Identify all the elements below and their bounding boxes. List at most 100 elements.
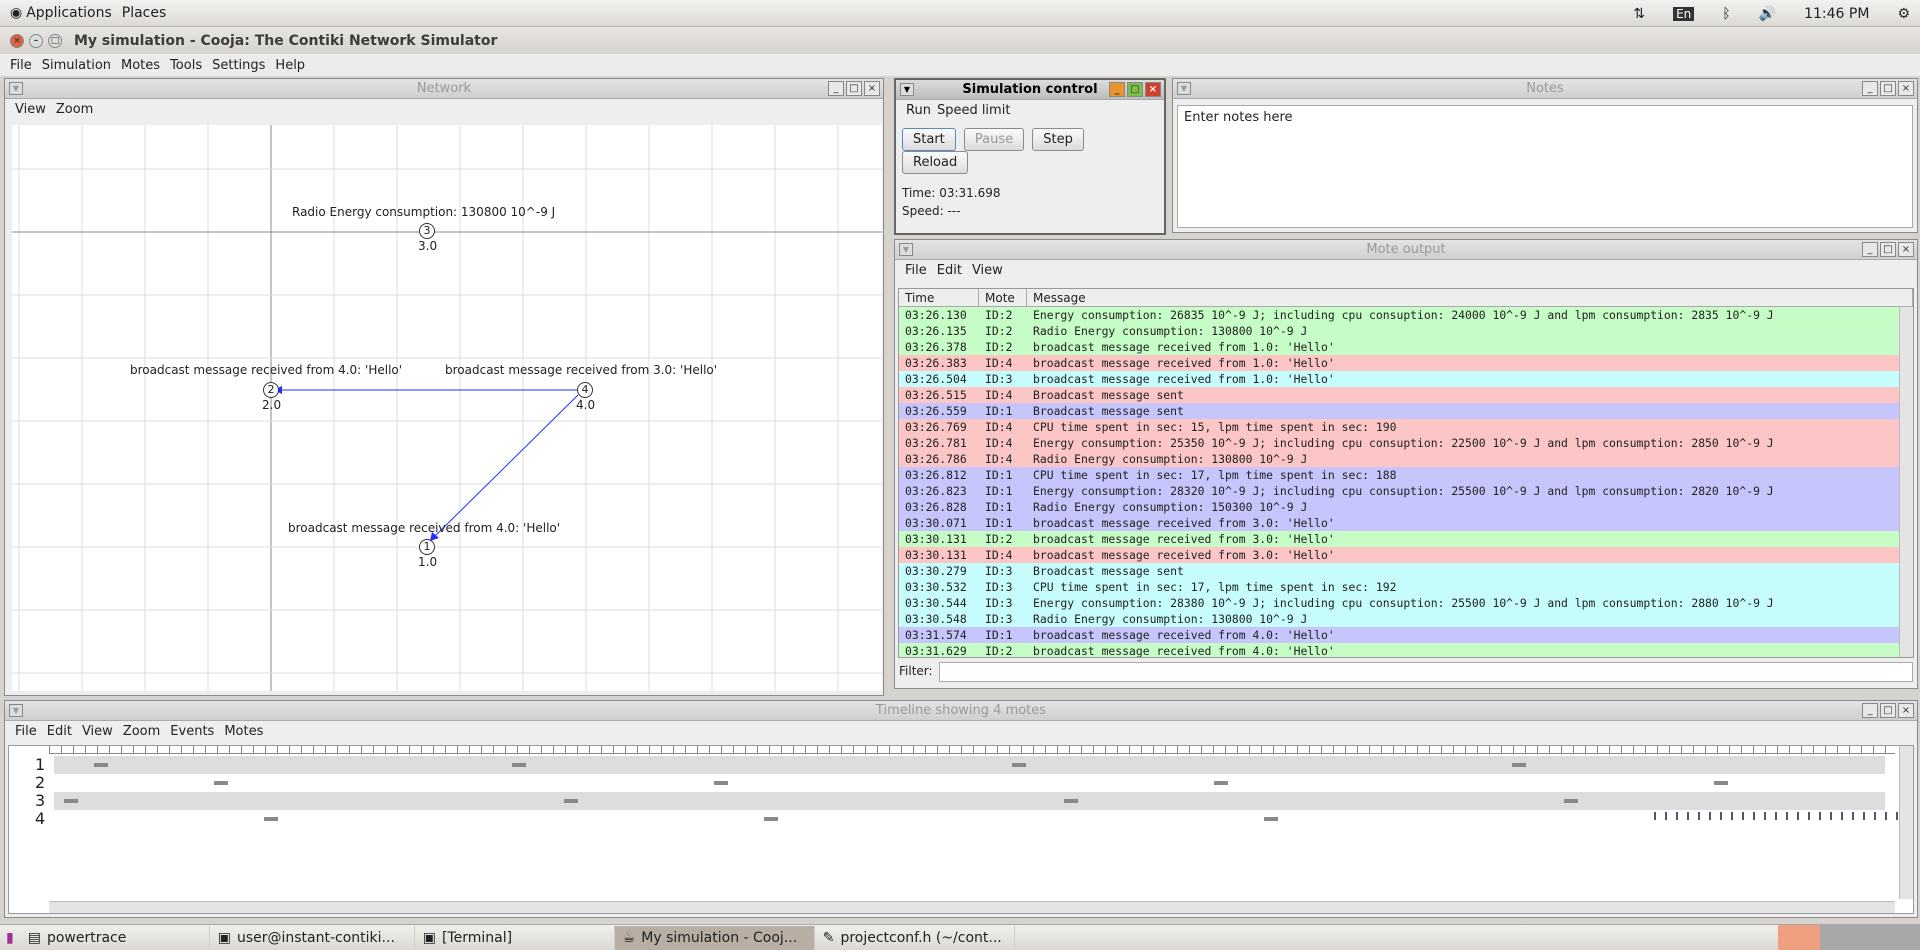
mote-2[interactable]: 2 — [263, 382, 279, 398]
close-icon[interactable]: × — [1898, 81, 1914, 96]
log-row[interactable]: 03:30.071 ID:1 broadcast message received … — [899, 515, 1913, 531]
log-row[interactable]: 03:26.823 ID:1 Energy consumption: 28320 1… — [899, 483, 1913, 499]
log-row[interactable]: 03:31.629 ID:2 broadcast message received … — [899, 643, 1913, 657]
col-mote[interactable]: Mote — [979, 289, 1027, 306]
network-menu-zoom[interactable]: Zoom — [56, 102, 93, 117]
timeline-event[interactable] — [1676, 812, 1678, 820]
menu-settings[interactable]: Settings — [212, 58, 265, 73]
log-row[interactable]: 03:26.135 ID:2 Radio Energy consumption: 1… — [899, 323, 1913, 339]
timeline-event[interactable] — [1512, 763, 1526, 767]
minimize-icon[interactable]: _ — [1862, 703, 1878, 718]
task-powertrace[interactable]: ▤ powertrace — [20, 925, 210, 950]
log-row[interactable]: 03:30.131 ID:4 broadcast message received … — [899, 547, 1913, 563]
timeline-event[interactable] — [1786, 812, 1788, 820]
workspace-switcher[interactable] — [1820, 925, 1920, 950]
timeline-event[interactable] — [214, 781, 228, 785]
timeline-menu-file[interactable]: File — [15, 724, 37, 739]
maximize-icon[interactable]: □ — [1880, 81, 1896, 96]
close-icon[interactable]: × — [864, 81, 880, 96]
timeline-event[interactable] — [1764, 812, 1766, 820]
mote-1[interactable]: 1 — [419, 539, 435, 555]
notes-textarea[interactable]: Enter notes here — [1177, 105, 1913, 228]
col-time[interactable]: Time — [899, 289, 979, 306]
task-cooja[interactable]: ☕ My simulation - Cooj... — [614, 925, 815, 950]
minimize-icon[interactable]: – — [29, 33, 43, 48]
timeline-event[interactable] — [1654, 812, 1656, 820]
reload-button[interactable]: Reload — [902, 151, 969, 174]
maximize-icon[interactable]: □ — [1880, 703, 1896, 718]
network-menu-view[interactable]: View — [15, 102, 46, 117]
timeline-event[interactable] — [764, 817, 778, 821]
timeline-menu-edit[interactable]: Edit — [47, 724, 72, 739]
timeline-event[interactable] — [1874, 812, 1876, 820]
timeline-mote-3[interactable]: 3 — [35, 792, 45, 810]
task-terminal-user[interactable]: ▣ user@instant-contiki... — [210, 925, 415, 950]
timeline-event[interactable] — [1214, 781, 1228, 785]
maximize-icon[interactable]: □ — [48, 33, 62, 48]
log-row[interactable]: 03:31.574 ID:1 broadcast message received … — [899, 627, 1913, 643]
network-icon[interactable]: ⇅ — [1633, 6, 1645, 22]
mote-3[interactable]: 3 — [419, 223, 435, 239]
task-terminal[interactable]: ▣ [Terminal] — [415, 925, 615, 950]
menu-simulation[interactable]: Simulation — [42, 58, 111, 73]
window-menu-icon[interactable]: ▼ — [900, 83, 914, 96]
timeline-event[interactable] — [1863, 812, 1865, 820]
menu-file[interactable]: File — [10, 58, 32, 73]
log-row[interactable]: 03:26.812 ID:1 CPU time spent in sec: 17, … — [899, 467, 1913, 483]
timeline-event[interactable] — [94, 763, 108, 767]
menu-motes[interactable]: Motes — [121, 58, 160, 73]
mote-output-menu-view[interactable]: View — [972, 263, 1003, 278]
bluetooth-icon[interactable]: ᛒ — [1722, 6, 1730, 22]
timeline-event[interactable] — [1687, 812, 1689, 820]
workspace-1[interactable] — [1778, 925, 1820, 950]
log-scrollbar[interactable] — [1899, 307, 1913, 657]
log-row[interactable]: 03:26.781 ID:4 Energy consumption: 25350 1… — [899, 435, 1913, 451]
log-row[interactable]: 03:26.828 ID:1 Radio Energy consumption: 1… — [899, 499, 1913, 515]
start-button[interactable]: Start — [902, 128, 956, 151]
maximize-icon[interactable]: □ — [1880, 242, 1896, 257]
timeline-event[interactable] — [1665, 812, 1667, 820]
minimize-icon[interactable]: _ — [1109, 82, 1125, 97]
window-menu-icon[interactable]: ▼ — [9, 704, 23, 717]
pause-button[interactable]: Pause — [963, 128, 1025, 151]
places-menu[interactable]: Places — [122, 5, 167, 21]
timeline-event[interactable] — [1896, 812, 1898, 820]
timeline-event[interactable] — [1064, 799, 1078, 803]
log-row[interactable]: 03:30.279 ID:3 Broadcast message sent — [899, 563, 1913, 579]
menu-tools[interactable]: Tools — [170, 58, 202, 73]
timeline-menu-events[interactable]: Events — [170, 724, 214, 739]
timeline-event[interactable] — [714, 781, 728, 785]
window-menu-icon[interactable]: ▼ — [899, 243, 913, 256]
volume-icon[interactable]: 🔊 — [1759, 6, 1776, 22]
timeline-event[interactable] — [1264, 817, 1278, 821]
keyboard-indicator[interactable]: En — [1673, 6, 1695, 21]
log-row[interactable]: 03:26.378 ID:2 broadcast message received … — [899, 339, 1913, 355]
maximize-icon[interactable]: □ — [846, 81, 862, 96]
timeline-event[interactable] — [1714, 781, 1728, 785]
close-icon[interactable]: × — [1898, 242, 1914, 257]
timeline-event[interactable] — [1742, 812, 1744, 820]
log-row[interactable]: 03:26.504 ID:3 broadcast message received … — [899, 371, 1913, 387]
log-row[interactable]: 03:26.559 ID:1 Broadcast message sent — [899, 403, 1913, 419]
timeline-event[interactable] — [1819, 812, 1821, 820]
timeline-event[interactable] — [1775, 812, 1777, 820]
minimize-icon[interactable]: _ — [1862, 81, 1878, 96]
log-row[interactable]: 03:26.130 ID:2 Energy consumption: 26835 1… — [899, 307, 1913, 323]
mote-4[interactable]: 4 — [577, 382, 593, 398]
timeline-mote-1[interactable]: 1 — [35, 756, 45, 774]
timeline-event[interactable] — [1731, 812, 1733, 820]
timeline-event[interactable] — [64, 799, 78, 803]
minimize-icon[interactable]: _ — [828, 81, 844, 96]
timeline-event[interactable] — [512, 763, 526, 767]
log-row[interactable]: 03:26.769 ID:4 CPU time spent in sec: 15, … — [899, 419, 1913, 435]
timeline-event[interactable] — [1885, 812, 1887, 820]
gear-icon[interactable]: ⚙ — [1897, 6, 1910, 22]
close-icon[interactable]: × — [10, 33, 24, 48]
show-desktop-icon[interactable]: ▮ — [0, 930, 20, 946]
timeline-event[interactable] — [1808, 812, 1810, 820]
timeline-event[interactable] — [1852, 812, 1854, 820]
log-row[interactable]: 03:30.131 ID:2 broadcast message received … — [899, 531, 1913, 547]
timeline-menu-motes[interactable]: Motes — [224, 724, 263, 739]
timeline-event[interactable] — [1709, 812, 1711, 820]
mote-output-menu-edit[interactable]: Edit — [937, 263, 962, 278]
